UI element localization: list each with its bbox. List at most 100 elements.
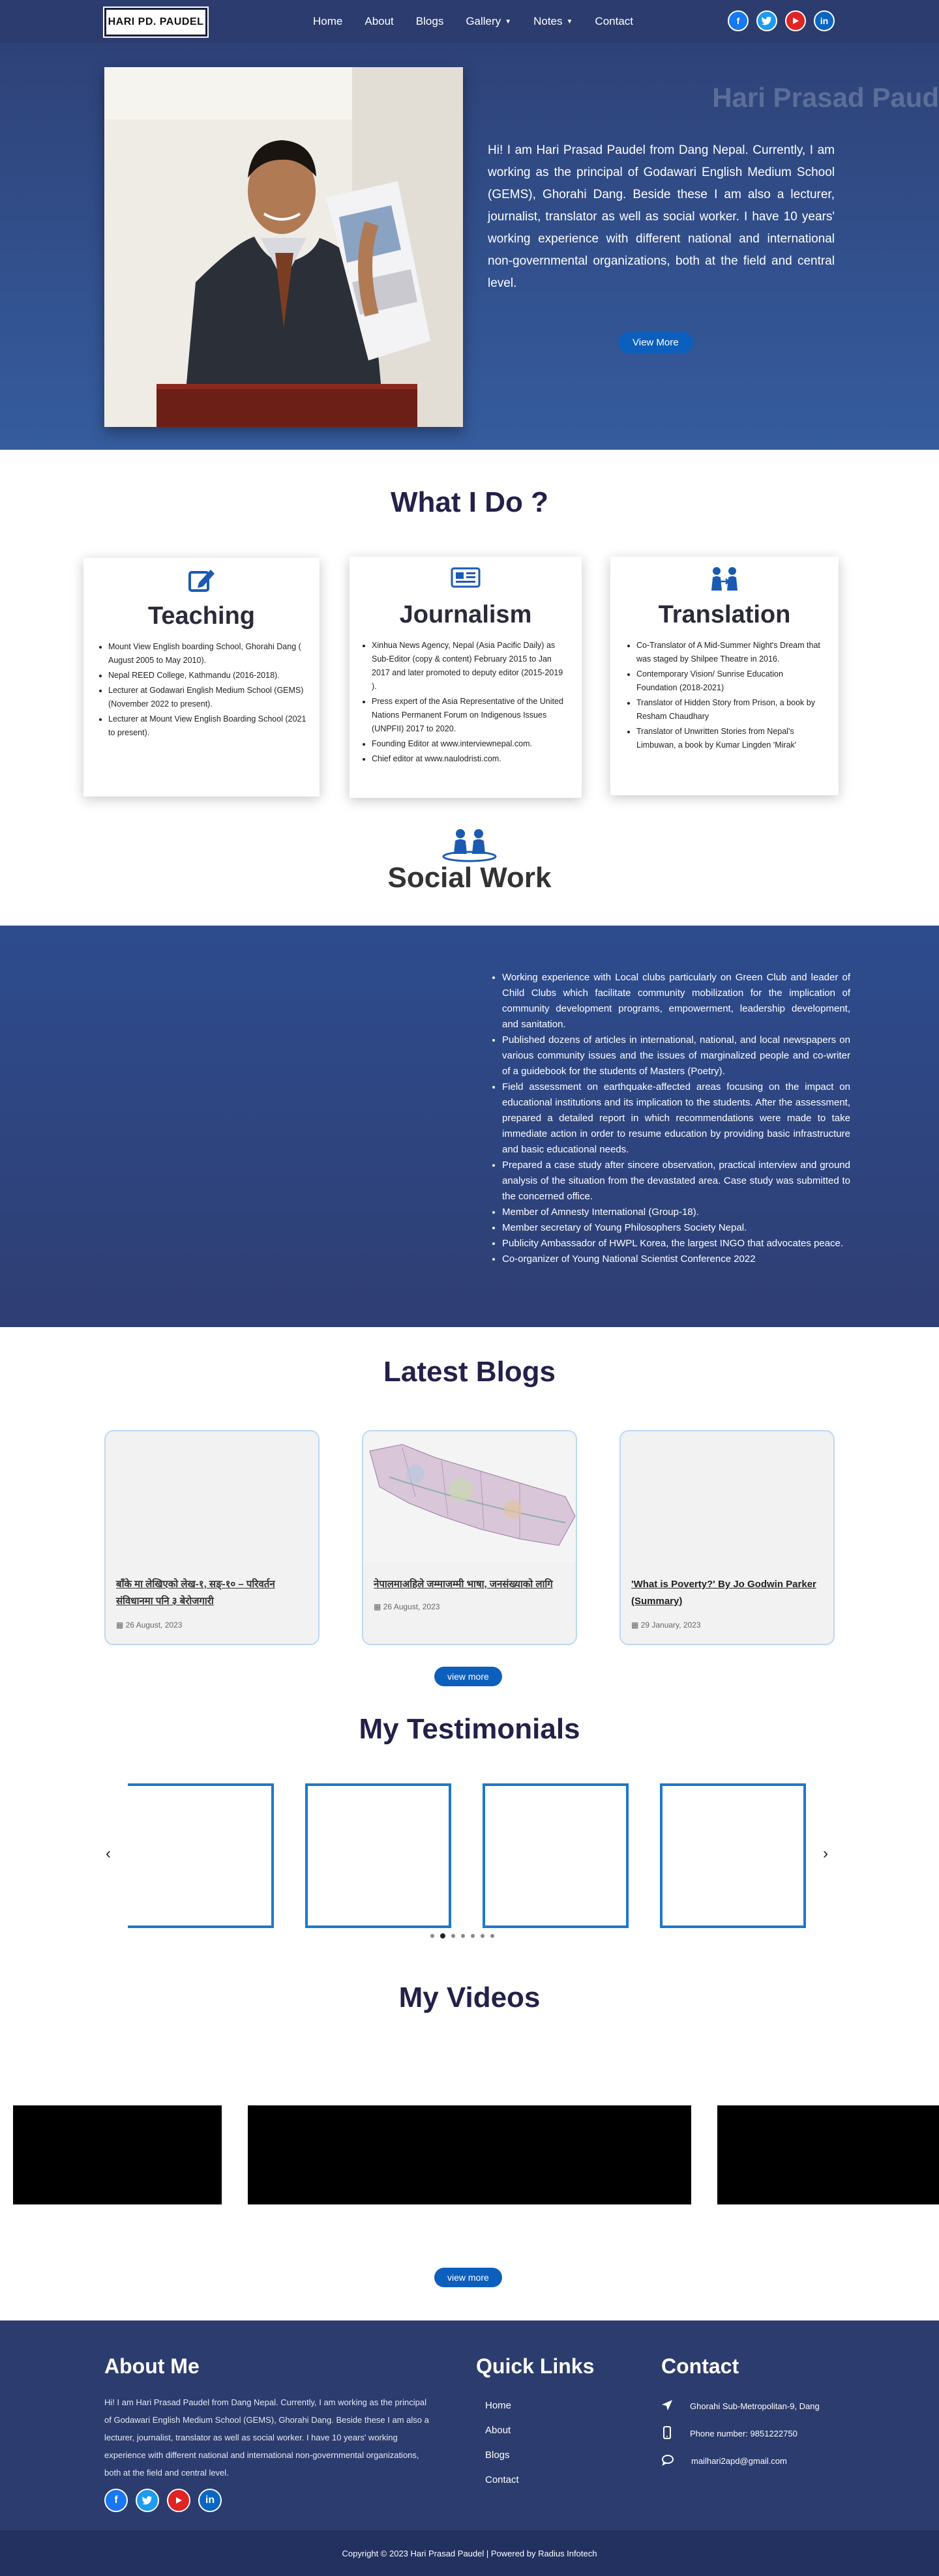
twitter-icon[interactable]: [136, 2489, 159, 2512]
translation-list: Co-Translator of A Mid-Summer Night's Dr…: [636, 639, 824, 754]
carousel-dot[interactable]: [451, 1934, 455, 1938]
testimonial-card[interactable]: [660, 1783, 806, 1928]
footer-link-blogs[interactable]: Blogs: [485, 2443, 519, 2468]
video-player[interactable]: [13, 2105, 222, 2204]
email-text[interactable]: mailhari2apd@gmail.com: [691, 2456, 787, 2466]
carousel-dots: [430, 1933, 494, 1939]
journalism-title: Journalism: [399, 601, 532, 628]
hero-name-watermark: Hari Prasad Paud: [712, 82, 939, 113]
list-item: Lecturer at Godawari English Medium Scho…: [108, 684, 309, 711]
copyright-text: Copyright © 2023 Hari Prasad Paudel | Po…: [342, 2548, 597, 2558]
blog-title-link[interactable]: नेपालमाअहिले जम्माजम्मी भाषा, जनसंख्याको…: [374, 1576, 565, 1593]
calendar-icon: ▦: [631, 1620, 641, 1630]
footer-about-title: About Me: [104, 2354, 200, 2378]
copyright-bar: Copyright © 2023 Hari Prasad Paudel | Po…: [0, 2530, 939, 2576]
footer-link-about[interactable]: About: [485, 2418, 519, 2443]
teaching-list: Mount View English boarding School, Ghor…: [108, 640, 309, 741]
testimonial-card[interactable]: [128, 1783, 274, 1928]
list-item: Contemporary Vision/ Sunrise Education F…: [636, 667, 824, 695]
translation-card: Translation Co-Translator of A Mid-Summe…: [610, 557, 839, 795]
newspaper-icon: [350, 566, 582, 593]
footer-link-home[interactable]: Home: [485, 2393, 519, 2418]
address-text: Ghorahi Sub-Metropolitan-9, Dang: [690, 2401, 820, 2411]
list-item: Lecturer at Mount View English Boarding …: [108, 712, 309, 740]
linkedin-icon[interactable]: in: [198, 2489, 222, 2512]
twitter-icon[interactable]: [756, 10, 777, 31]
nav-notes[interactable]: Notes ▼: [533, 15, 573, 28]
footer-about-text: Hi! I am Hari Prasad Paudel from Dang Ne…: [104, 2397, 429, 2478]
list-item: Nepal REED College, Kathmandu (2016-2018…: [108, 669, 309, 682]
list-item: Co-organizer of Young National Scientist…: [502, 1251, 850, 1267]
contact-phone: Phone number: 9851222750: [661, 2420, 820, 2447]
blog-date-text: 26 August, 2023: [383, 1602, 440, 1611]
carousel-next-arrow[interactable]: ›: [823, 1845, 828, 1863]
blog-title-link[interactable]: 'What is Poverty?' By Jo Godwin Parker (…: [631, 1576, 823, 1610]
nav-gallery-label: Gallery: [466, 15, 501, 27]
carousel-dot[interactable]: [481, 1934, 484, 1938]
chat-bubble-icon: [661, 2454, 674, 2468]
blog-date: ▦ 26 August, 2023: [116, 1620, 182, 1630]
top-navbar: HARI PD. PAUDEL Home About Blogs Gallery…: [0, 0, 939, 43]
carousel-dot-active[interactable]: [440, 1933, 445, 1939]
site-logo[interactable]: HARI PD. PAUDEL: [103, 7, 209, 38]
journalism-card: Journalism Xinhua News Agency, Nepal (As…: [350, 557, 582, 798]
latest-blogs-title: Latest Blogs: [383, 1356, 556, 1388]
testimonial-card[interactable]: [305, 1783, 451, 1928]
nav-contact[interactable]: Contact: [595, 15, 633, 28]
people-exchange-icon: [610, 566, 839, 595]
hero-section: Hari Prasad Paud Hi! I am Hari Prasad Pa…: [0, 43, 939, 450]
footer-contact-list: Ghorahi Sub-Metropolitan-9, Dang Phone n…: [661, 2392, 820, 2474]
linkedin-icon[interactable]: in: [814, 10, 835, 31]
carousel-dot[interactable]: [461, 1934, 465, 1938]
blog-card[interactable]: बाँके मा लेखिएको लेख-१, सङ्-१० – परिवर्त…: [104, 1430, 320, 1645]
list-item: Translator of Hidden Story from Prison, …: [636, 696, 824, 724]
facebook-icon[interactable]: f: [104, 2489, 128, 2512]
video-player[interactable]: [248, 2105, 691, 2204]
carousel-dot[interactable]: [430, 1934, 434, 1938]
journalism-list: Xinhua News Agency, Nepal (Asia Pacific …: [372, 639, 569, 767]
nav-gallery[interactable]: Gallery ▼: [466, 15, 511, 28]
carousel-dot[interactable]: [490, 1934, 494, 1938]
blog-card[interactable]: नेपालमाअहिले जम्माजम्मी भाषा, जनसंख्याको…: [362, 1430, 577, 1645]
list-item: Publicity Ambassador of HWPL Korea, the …: [502, 1236, 850, 1251]
list-item: Press expert of the Asia Representative …: [372, 695, 569, 736]
list-item: Published dozens of articles in internat…: [502, 1032, 850, 1079]
nav-home[interactable]: Home: [313, 15, 342, 28]
header-social-links: f in: [728, 10, 835, 31]
list-item: Chief editor at www.naulodristi.com.: [372, 752, 569, 766]
blog-date: ▦ 29 January, 2023: [631, 1620, 701, 1630]
video-player[interactable]: [717, 2105, 939, 2204]
youtube-icon[interactable]: [167, 2489, 190, 2512]
carousel-prev-arrow[interactable]: ‹: [106, 1845, 111, 1863]
social-work-icon: [441, 828, 498, 866]
carousel-dot[interactable]: [471, 1934, 475, 1938]
list-item: Founding Editor at www.interviewnepal.co…: [372, 737, 569, 751]
blog-card[interactable]: 'What is Poverty?' By Jo Godwin Parker (…: [619, 1430, 835, 1645]
contact-email: mailhari2apd@gmail.com: [661, 2447, 820, 2474]
hero-intro-text: Hi! I am Hari Prasad Paudel from Dang Ne…: [488, 143, 835, 290]
calendar-icon: ▦: [116, 1620, 126, 1630]
view-more-button[interactable]: View More: [618, 332, 693, 353]
teaching-title: Teaching: [148, 602, 255, 630]
videos-view-more-button[interactable]: view more: [434, 2268, 502, 2287]
mobile-phone-icon: [661, 2425, 673, 2441]
social-work-title: Social Work: [387, 862, 552, 894]
testimonial-card[interactable]: [483, 1783, 629, 1928]
nav-blogs[interactable]: Blogs: [416, 15, 444, 28]
list-item: Member of Amnesty International (Group-1…: [502, 1205, 850, 1220]
list-item: Prepared a case study after sincere obse…: [502, 1158, 850, 1205]
youtube-icon[interactable]: [785, 10, 806, 31]
list-item: Co-Translator of A Mid-Summer Night's Dr…: [636, 639, 824, 666]
facebook-icon[interactable]: f: [728, 10, 749, 31]
footer-link-contact[interactable]: Contact: [485, 2468, 519, 2493]
nav-about[interactable]: About: [365, 15, 393, 28]
blogs-view-more-button[interactable]: view more: [434, 1667, 502, 1686]
videos-title: My Videos: [398, 1982, 541, 2013]
blog-title-link[interactable]: बाँके मा लेखिएको लेख-१, सङ्-१० – परिवर्त…: [116, 1576, 308, 1610]
footer-links-title: Quick Links: [476, 2354, 595, 2378]
teaching-card: Teaching Mount View English boarding Sch…: [83, 558, 320, 797]
main-menu: Home About Blogs Gallery ▼ Notes ▼ Contact: [313, 0, 633, 43]
list-item: Field assessment on earthquake-affected …: [502, 1079, 850, 1158]
phone-text[interactable]: Phone number: 9851222750: [690, 2429, 797, 2438]
nav-notes-label: Notes: [533, 15, 563, 27]
